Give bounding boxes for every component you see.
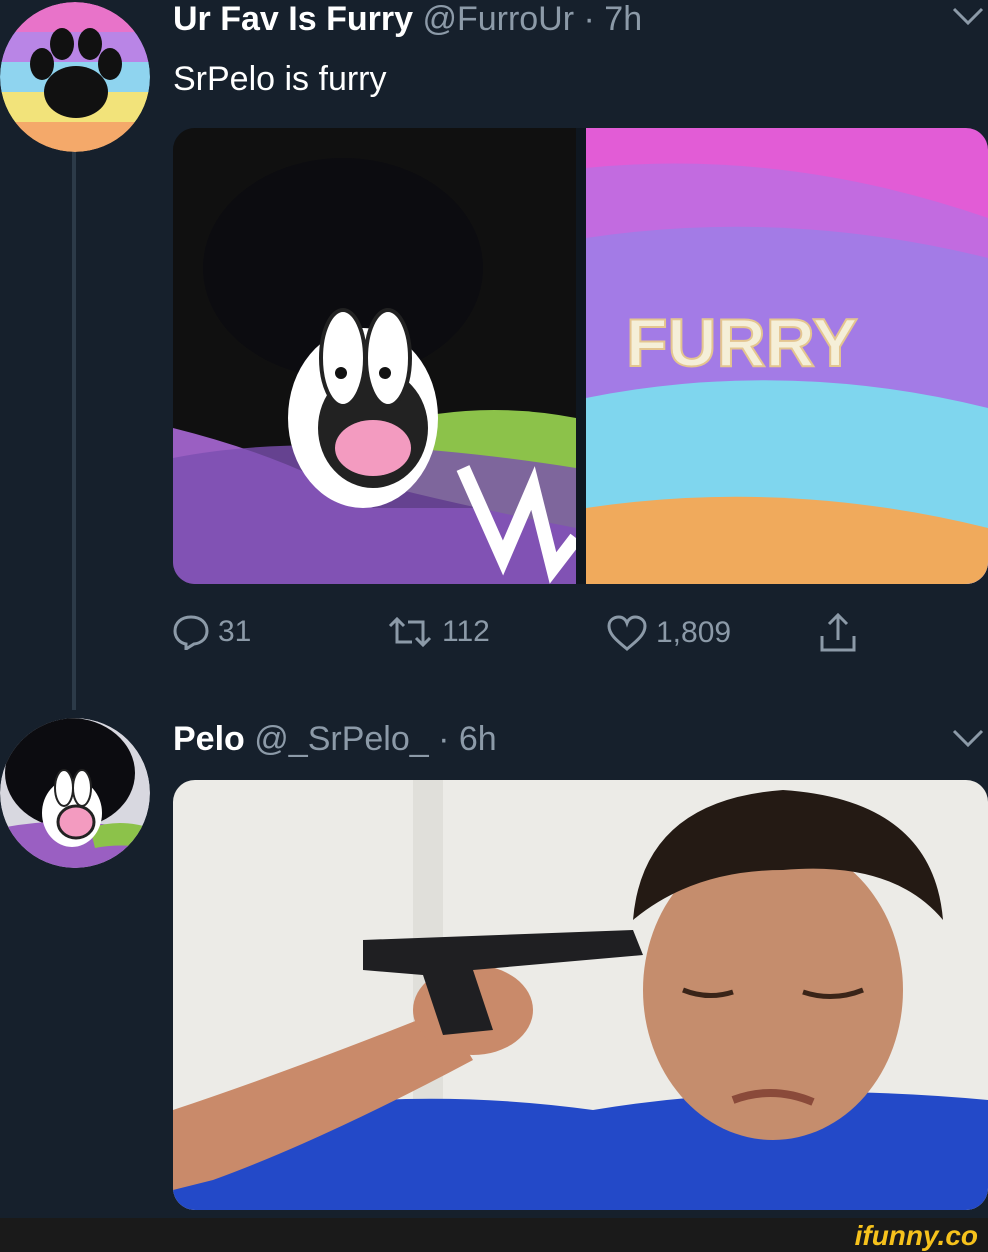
timestamp[interactable]: · 7h <box>584 0 643 38</box>
like-icon <box>607 615 647 651</box>
like-button[interactable]: 1,809 <box>606 614 731 652</box>
furry-image[interactable]: FURRY <box>586 128 988 584</box>
tweet-header: Ur Fav Is Furry @FurroUr · 7h <box>173 0 642 39</box>
thread-line <box>72 150 76 710</box>
chevron-down-icon[interactable] <box>952 728 984 753</box>
handle[interactable]: @FurroUr <box>422 0 574 38</box>
like-count: 1,809 <box>656 616 732 649</box>
share-icon <box>820 612 856 652</box>
paw-icon <box>0 2 150 152</box>
retweet-count: 112 <box>442 615 490 648</box>
reply-icon <box>173 615 209 650</box>
retweet-icon <box>388 616 432 648</box>
retweet-button[interactable]: 112 <box>386 614 490 650</box>
watermark: ifunny.co <box>854 1220 978 1251</box>
photo-image[interactable] <box>173 780 988 1210</box>
display-name[interactable]: Ur Fav Is Furry <box>173 0 413 38</box>
timestamp[interactable]: · 6h <box>438 720 497 758</box>
share-button[interactable] <box>818 612 866 654</box>
avatar[interactable] <box>0 2 150 152</box>
chevron-down-icon[interactable] <box>952 6 984 31</box>
tweet-header: Pelo @_SrPelo_ · 6h <box>173 720 497 759</box>
reply-button[interactable]: 31 <box>172 614 251 650</box>
cartoon-avatar-icon <box>0 718 150 868</box>
tweet-media[interactable]: FURRY <box>173 128 988 584</box>
furry-text: FURRY <box>626 305 858 381</box>
avatar[interactable] <box>0 718 150 868</box>
footer-bar <box>0 1218 988 1252</box>
tweet-text: SrPelo is furry <box>173 60 387 98</box>
display-name[interactable]: Pelo <box>173 720 245 758</box>
handle[interactable]: @_SrPelo_ <box>254 720 428 758</box>
reply-count: 31 <box>218 615 252 648</box>
tweet-media[interactable] <box>173 780 988 1210</box>
cartoon-image[interactable] <box>173 128 576 584</box>
